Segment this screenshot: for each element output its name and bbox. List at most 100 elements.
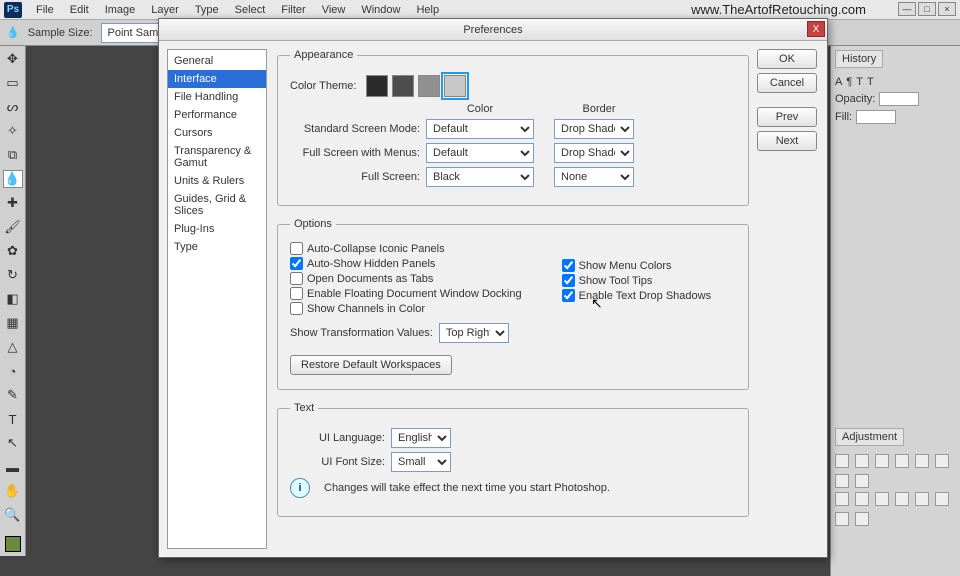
opacity-input[interactable]	[879, 92, 919, 106]
cat-interface[interactable]: Interface	[168, 70, 266, 88]
adj-icon[interactable]	[895, 454, 909, 468]
stamp-tool[interactable]: ✿	[3, 242, 23, 260]
menu-help[interactable]: Help	[408, 4, 447, 16]
fs-menus-color[interactable]: Default	[426, 143, 534, 163]
brush-tool[interactable]: 🖌	[3, 218, 23, 236]
info-icon: i	[290, 478, 310, 498]
adj-icon[interactable]	[915, 492, 929, 506]
wand-tool[interactable]: ✧	[3, 122, 23, 140]
std-screen-color[interactable]: Default	[426, 119, 534, 139]
window-minimize-button[interactable]: —	[898, 2, 916, 16]
color-header: Color	[426, 103, 534, 115]
close-icon[interactable]: X	[807, 21, 825, 37]
dialog-main: Appearance Color Theme: ColorBorder Stan…	[267, 41, 757, 557]
heal-tool[interactable]: ✚	[3, 194, 23, 212]
chk-text-shadows[interactable]: Enable Text Drop Shadows	[562, 289, 712, 302]
chk-channels-color[interactable]: Show Channels in Color	[290, 302, 522, 315]
fs-color[interactable]: Black	[426, 167, 534, 187]
dialog-titlebar[interactable]: Preferences X	[159, 19, 827, 41]
theme-swatch-1[interactable]	[392, 75, 414, 97]
next-button[interactable]: Next	[757, 131, 817, 151]
dodge-tool[interactable]: ◔	[3, 362, 23, 380]
adj-icon[interactable]	[895, 492, 909, 506]
std-screen-border[interactable]: Drop Shadow	[554, 119, 634, 139]
menu-filter[interactable]: Filter	[273, 4, 313, 16]
restore-workspaces-button[interactable]: Restore Default Workspaces	[290, 355, 452, 375]
adj-icon[interactable]	[935, 492, 949, 506]
fill-input[interactable]	[856, 110, 896, 124]
adj-icon[interactable]	[855, 474, 869, 488]
adj-icon[interactable]	[855, 512, 869, 526]
cancel-button[interactable]: Cancel	[757, 73, 817, 93]
history-brush-tool[interactable]: ↻	[3, 266, 23, 284]
prev-button[interactable]: Prev	[757, 107, 817, 127]
ui-font-select[interactable]: Small	[391, 452, 451, 472]
type-tool[interactable]: T	[3, 410, 23, 428]
menu-type[interactable]: Type	[187, 4, 227, 16]
zoom-tool[interactable]: 🔍	[3, 506, 23, 524]
menu-view[interactable]: View	[314, 4, 354, 16]
adjustment-tab[interactable]: Adjustment	[835, 428, 904, 446]
fs-menus-border[interactable]: Drop Shadow	[554, 143, 634, 163]
dialog-buttons: OK Cancel Prev Next	[757, 41, 827, 557]
lasso-tool[interactable]: ᔕ	[3, 98, 23, 116]
cat-plugins[interactable]: Plug-Ins	[168, 220, 266, 238]
para-icon[interactable]: ¶	[846, 76, 852, 88]
pen-tool[interactable]: ✎	[3, 386, 23, 404]
char-icon[interactable]: A	[835, 76, 842, 88]
cat-file-handling[interactable]: File Handling	[168, 88, 266, 106]
history-tab[interactable]: History	[835, 50, 883, 68]
shape-tool[interactable]: ▬	[3, 458, 23, 476]
foreground-swatch[interactable]	[5, 536, 21, 552]
adj-icon[interactable]	[855, 454, 869, 468]
theme-swatch-0[interactable]	[366, 75, 388, 97]
adj-icon[interactable]	[875, 492, 889, 506]
chk-auto-show[interactable]: Auto-Show Hidden Panels	[290, 257, 522, 270]
menu-window[interactable]: Window	[353, 4, 408, 16]
window-maximize-button[interactable]: □	[918, 2, 936, 16]
adj-icon[interactable]	[855, 492, 869, 506]
adj-icon[interactable]	[835, 492, 849, 506]
window-close-button[interactable]: ×	[938, 2, 956, 16]
theme-swatch-3[interactable]	[444, 75, 466, 97]
cat-performance[interactable]: Performance	[168, 106, 266, 124]
blur-tool[interactable]: △	[3, 338, 23, 356]
theme-swatch-2[interactable]	[418, 75, 440, 97]
cat-type[interactable]: Type	[168, 238, 266, 256]
chk-menu-colors[interactable]: Show Menu Colors	[562, 259, 712, 272]
menu-edit[interactable]: Edit	[62, 4, 97, 16]
chk-floating-dock[interactable]: Enable Floating Document Window Docking	[290, 287, 522, 300]
adj-icon[interactable]	[935, 454, 949, 468]
cat-units[interactable]: Units & Rulers	[168, 172, 266, 190]
adj-icon[interactable]	[835, 512, 849, 526]
eyedropper-tool[interactable]: 💧	[3, 170, 23, 188]
eraser-tool[interactable]: ◧	[3, 290, 23, 308]
adj-icon[interactable]	[835, 454, 849, 468]
chk-auto-collapse[interactable]: Auto-Collapse Iconic Panels	[290, 242, 522, 255]
fs-border[interactable]: None	[554, 167, 634, 187]
chk-open-tabs[interactable]: Open Documents as Tabs	[290, 272, 522, 285]
menu-image[interactable]: Image	[97, 4, 144, 16]
adj-icon[interactable]	[875, 454, 889, 468]
menu-file[interactable]: File	[28, 4, 62, 16]
cat-general[interactable]: General	[168, 52, 266, 70]
cat-transparency[interactable]: Transparency & Gamut	[168, 142, 266, 172]
cat-guides[interactable]: Guides, Grid & Slices	[168, 190, 266, 220]
ui-language-select[interactable]: English	[391, 428, 451, 448]
path-tool[interactable]: ↖	[3, 434, 23, 452]
hand-tool[interactable]: ✋	[3, 482, 23, 500]
cat-cursors[interactable]: Cursors	[168, 124, 266, 142]
crop-tool[interactable]: ⧉	[3, 146, 23, 164]
gradient-tool[interactable]: ▦	[3, 314, 23, 332]
menu-layer[interactable]: Layer	[143, 4, 187, 16]
ok-button[interactable]: OK	[757, 49, 817, 69]
fs-label: Full Screen:	[290, 171, 420, 183]
marquee-tool[interactable]: ▭	[3, 74, 23, 92]
chk-tool-tips[interactable]: Show Tool Tips	[562, 274, 712, 287]
menu-select[interactable]: Select	[227, 4, 274, 16]
transform-select[interactable]: Top Right	[439, 323, 509, 343]
adj-icon[interactable]	[835, 474, 849, 488]
adj-icon[interactable]	[915, 454, 929, 468]
move-tool[interactable]: ✥	[3, 50, 23, 68]
appearance-legend: Appearance	[290, 49, 357, 61]
